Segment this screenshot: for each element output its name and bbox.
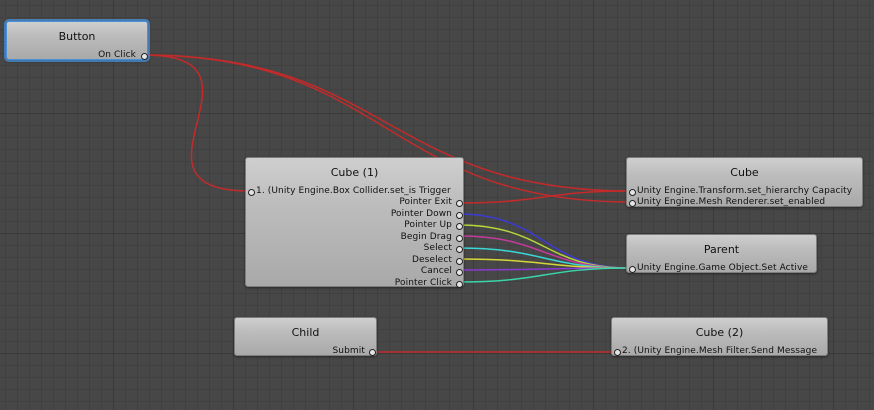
node-title: Child bbox=[291, 326, 320, 339]
wire-pointer-down-to-parent bbox=[457, 213, 631, 269]
port-mesh-filter-send-message-label: 2. (Unity Engine.Mesh Filter.Send Messag… bbox=[622, 346, 818, 356]
node-title: Cube (1) bbox=[330, 166, 379, 179]
port-on-click-label: On Click bbox=[98, 50, 136, 60]
wire-pointer-click-to-parent bbox=[457, 267, 631, 283]
port-pointer-exit-label: Pointer Exit bbox=[399, 197, 452, 207]
port-cancel-label: Cancel bbox=[420, 266, 452, 276]
port-pointer-click-label: Pointer Click bbox=[394, 278, 452, 288]
socket-dot-icon[interactable] bbox=[456, 212, 463, 219]
wire-pointer-exit-to-cube bbox=[457, 190, 631, 204]
wire-begin-drag-to-parent bbox=[457, 235, 631, 269]
socket-dot-icon[interactable] bbox=[456, 223, 463, 230]
node-child[interactable]: Child Submit bbox=[234, 317, 377, 356]
socket-dot-icon[interactable] bbox=[248, 189, 255, 196]
socket-dot-icon[interactable] bbox=[629, 200, 636, 207]
socket-dot-icon[interactable] bbox=[456, 281, 463, 288]
port-submit-label: Submit bbox=[332, 346, 365, 356]
socket-dot-icon[interactable] bbox=[456, 235, 463, 242]
node-parent[interactable]: Parent Unity Engine.Game Object.Set Acti… bbox=[626, 234, 817, 273]
socket-dot-icon[interactable] bbox=[614, 349, 621, 356]
port-mesh-renderer-enabled-label: Unity Engine.Mesh Renderer.set_enabled bbox=[637, 197, 826, 207]
port-pointer-down-label: Pointer Down bbox=[390, 209, 452, 219]
node-button[interactable]: Button On Click bbox=[6, 21, 148, 60]
node-title: Cube (2) bbox=[695, 326, 744, 339]
port-pointer-up-label: Pointer Up bbox=[404, 220, 452, 230]
node-cube-1[interactable]: Cube (1) 1. (Unity Engine.Box Collider.s… bbox=[245, 157, 464, 288]
socket-dot-icon[interactable] bbox=[456, 258, 463, 265]
wire-deselect-to-parent bbox=[457, 258, 631, 269]
port-transform-hierarchy-capacity-label: Unity Engine.Transform.set_hierarchy Cap… bbox=[637, 186, 853, 196]
socket-dot-icon[interactable] bbox=[456, 269, 463, 276]
wire-cancel-to-parent bbox=[457, 267, 631, 271]
port-box-collider-is-trigger-label: 1. (Unity Engine.Box Collider.set_is Tri… bbox=[256, 186, 451, 196]
node-title: Button bbox=[58, 30, 96, 43]
socket-dot-icon[interactable] bbox=[456, 246, 463, 253]
wire-pointer-up-to-parent bbox=[457, 224, 631, 269]
port-begin-drag-label: Begin Drag bbox=[400, 232, 452, 242]
node-title: Cube bbox=[730, 166, 759, 179]
socket-dot-icon[interactable] bbox=[456, 200, 463, 207]
socket-dot-icon[interactable] bbox=[629, 266, 636, 273]
socket-dot-icon[interactable] bbox=[141, 53, 148, 60]
node-cube-2[interactable]: Cube (2) 2. (Unity Engine.Mesh Filter.Se… bbox=[611, 317, 828, 356]
socket-dot-icon[interactable] bbox=[629, 189, 636, 196]
wire-on-click-to-cube1 bbox=[143, 54, 251, 192]
node-title: Parent bbox=[703, 243, 740, 256]
socket-dot-icon[interactable] bbox=[369, 349, 376, 356]
port-deselect-label: Deselect bbox=[411, 255, 452, 265]
port-select-label: Select bbox=[423, 243, 452, 253]
node-cube[interactable]: Cube Unity Engine.Transform.set_hierarch… bbox=[626, 157, 863, 207]
port-game-object-set-active-label: Unity Engine.Game Object.Set Active bbox=[637, 263, 809, 273]
wire-select-to-parent bbox=[457, 247, 631, 269]
